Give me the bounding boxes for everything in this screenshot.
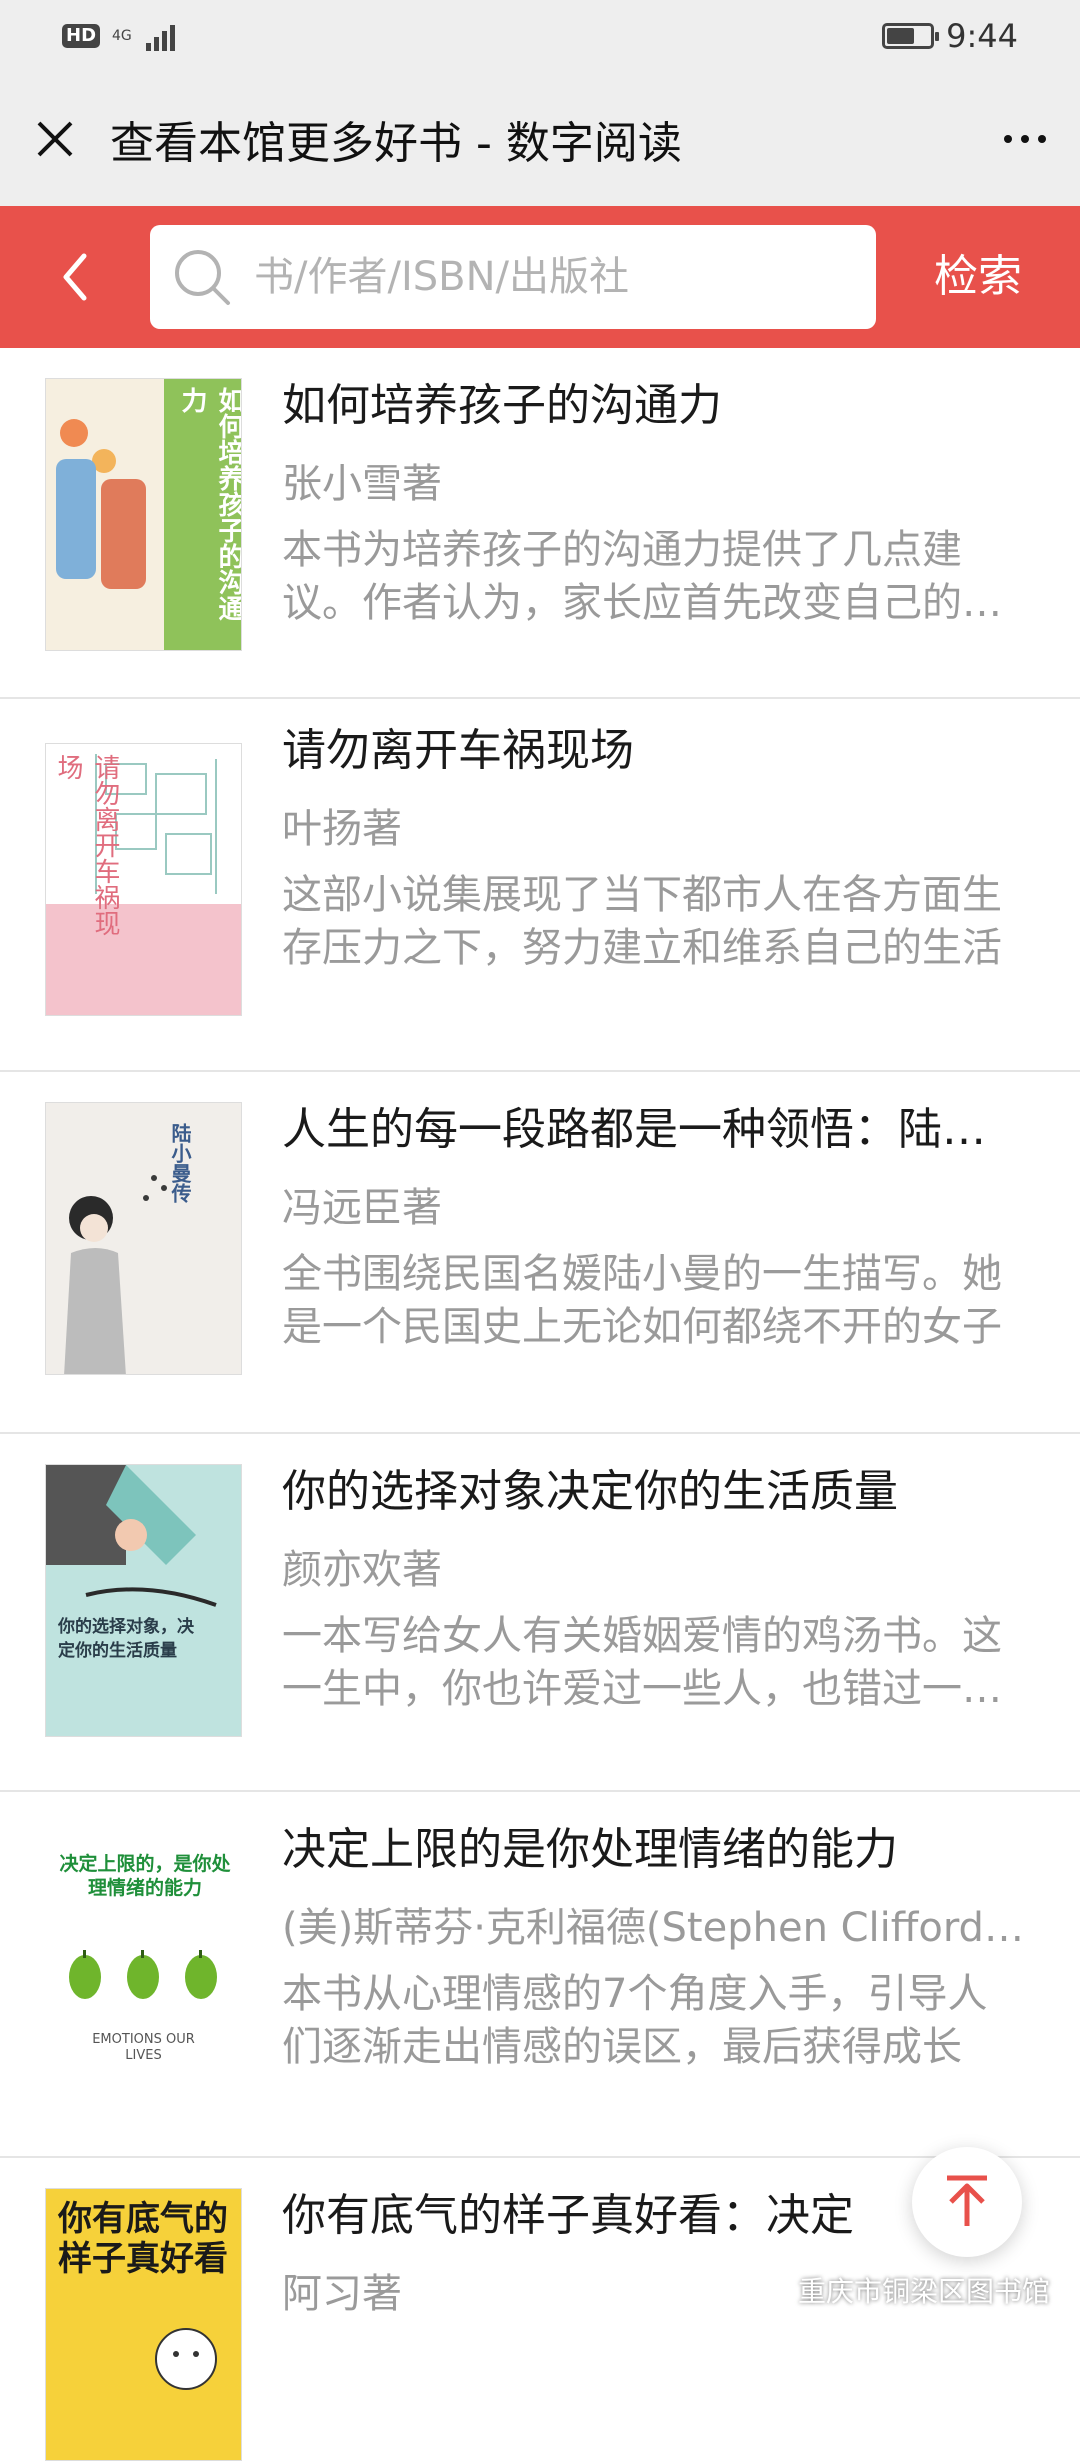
book-description: 本书从心理情感的7个角度入手，引导人们逐渐走出情感的误区，最后获得成长 — [282, 1971, 988, 2070]
search-box[interactable] — [150, 225, 876, 329]
book-cover: 决定上限的，是你处理情绪的能力 EMOTIONS OUR LIVES — [45, 1822, 242, 2095]
more-dot-icon — [1004, 135, 1012, 143]
book-description: 本书为培养孩子的沟通力提供了几点建议。作者认为，家长应首先改变自己的观念 — [282, 527, 1002, 626]
book-author: 颜亦欢著 — [282, 1547, 442, 1593]
cover-illustration — [46, 1465, 217, 1607]
status-left: HD 4G — [62, 21, 175, 51]
book-author: 冯远臣著 — [282, 1185, 442, 1231]
back-to-top-button[interactable] — [912, 2147, 1022, 2257]
book-cover: 你有底气的样子真好看 — [45, 2188, 242, 2461]
clock: 9:44 — [946, 17, 1018, 55]
book-info: 决定上限的是你处理情绪的能力 (美)斯蒂芬·克利福德(Stephen Cliff… — [282, 1792, 1080, 2156]
search-bar: 检索 — [0, 206, 1080, 348]
cover-illustration — [155, 2328, 217, 2390]
cover-title: 请勿离开车祸现场 — [53, 754, 120, 936]
status-bar: HD 4G 9:44 — [0, 0, 1080, 72]
book-author: (美)斯蒂芬·克利福德(Stephen Clifford)著 — [282, 1905, 1025, 1951]
battery-fill — [887, 28, 915, 44]
back-button[interactable] — [0, 206, 150, 348]
search-icon — [175, 250, 230, 305]
cover-illustration — [64, 1175, 167, 1374]
status-right: 9:44 — [882, 17, 1018, 55]
book-description: 一本写给女人有关婚姻爱情的鸡汤书。这一生中，你也许爱过一些人，也错过一些人 — [282, 1613, 1002, 1712]
book-item[interactable]: 请勿离开车祸现场 请勿离开车祸现场 叶扬著 这部小说集展现了当下都市人在各方面生… — [0, 699, 1080, 1072]
page-title: 查看本馆更多好书 - 数字阅读 — [110, 118, 682, 169]
battery-icon — [882, 23, 940, 49]
signal-icon — [145, 21, 175, 51]
book-title: 决定上限的是你处理情绪的能力 — [282, 1824, 898, 1875]
book-author: 叶扬著 — [282, 806, 402, 852]
book-description: 这部小说集展现了当下都市人在各方面生存压力之下，努力建立和维系自己的生活 — [282, 872, 1002, 971]
book-author: 张小雪著 — [282, 461, 442, 507]
book-title: 人生的每一段路都是一种领悟：陆小曼传 — [282, 1104, 1025, 1155]
more-dot-icon — [1021, 135, 1029, 143]
book-title: 你的选择对象决定你的生活质量 — [282, 1466, 898, 1517]
watermark-text: 重庆市铜梁区图书馆 — [797, 2275, 1050, 2308]
wechat-icon — [755, 2277, 789, 2302]
book-title: 请勿离开车祸现场 — [282, 725, 634, 776]
book-description: 全书围绕民国名媛陆小曼的一生描写。她是一个民国史上无论如何都绕不开的女子 — [282, 1251, 1002, 1350]
more-options-button[interactable] — [970, 72, 1080, 206]
book-cover: 请勿离开车祸现场 — [45, 743, 242, 1016]
book-info: 你的选择对象决定你的生活质量 颜亦欢著 一本写给女人有关婚姻爱情的鸡汤书。这一生… — [282, 1434, 1080, 1790]
cover-title: 你的选择对象，决定你的生活质量 — [58, 1617, 194, 1661]
book-info: 如何培养孩子的沟通力 张小雪著 本书为培养孩子的沟通力提供了几点建议。作者认为，… — [282, 348, 1080, 697]
book-item[interactable]: 你的选择对象，决定你的生活质量 你的选择对象决定你的生活质量 颜亦欢著 一本写给… — [0, 1434, 1080, 1792]
hd-badge: HD — [62, 24, 101, 48]
book-info: 请勿离开车祸现场 叶扬著 这部小说集展现了当下都市人在各方面生存压力之下，努力建… — [282, 699, 1080, 1070]
book-list: 如何培养孩子的沟通力 如何培养孩子的沟通力 张小雪著 本书为培养孩子的沟通力提供… — [0, 348, 1080, 2461]
book-item[interactable]: 如何培养孩子的沟通力 如何培养孩子的沟通力 张小雪著 本书为培养孩子的沟通力提供… — [0, 348, 1080, 699]
cover-title: 陆小曼传 — [168, 1123, 192, 1203]
watermark: 重庆市铜梁区图书馆 — [755, 2270, 1050, 2310]
cover-title: 如何培养孩子的沟通力 — [177, 387, 242, 621]
book-cover: 你的选择对象，决定你的生活质量 — [45, 1464, 242, 1737]
search-submit-button[interactable]: 检索 — [876, 206, 1080, 348]
close-icon — [37, 121, 73, 157]
chevron-left-icon — [63, 253, 87, 301]
book-title: 如何培养孩子的沟通力 — [282, 380, 722, 431]
more-dot-icon — [1038, 135, 1046, 143]
network-type: 4G — [112, 29, 132, 43]
close-button[interactable] — [0, 72, 110, 206]
book-item[interactable]: 陆小曼传 人生的每一段路都是一种领悟：陆小曼传 冯远臣著 全书围绕民国名媛陆小曼… — [0, 1072, 1080, 1434]
book-cover: 如何培养孩子的沟通力 — [45, 378, 242, 651]
book-info: 人生的每一段路都是一种领悟：陆小曼传 冯远臣著 全书围绕民国名媛陆小曼的一生描写… — [282, 1072, 1080, 1432]
book-cover: 陆小曼传 — [45, 1102, 242, 1375]
network-label: 4G — [112, 28, 132, 44]
cover-subtitle: EMOTIONS OUR LIVES — [92, 2032, 195, 2063]
arrow-up-icon — [947, 2175, 987, 2226]
book-item[interactable]: 决定上限的，是你处理情绪的能力 EMOTIONS OUR LIVES 决定上限的… — [0, 1792, 1080, 2158]
search-input[interactable] — [254, 254, 876, 300]
title-bar: 查看本馆更多好书 - 数字阅读 — [0, 72, 1080, 206]
